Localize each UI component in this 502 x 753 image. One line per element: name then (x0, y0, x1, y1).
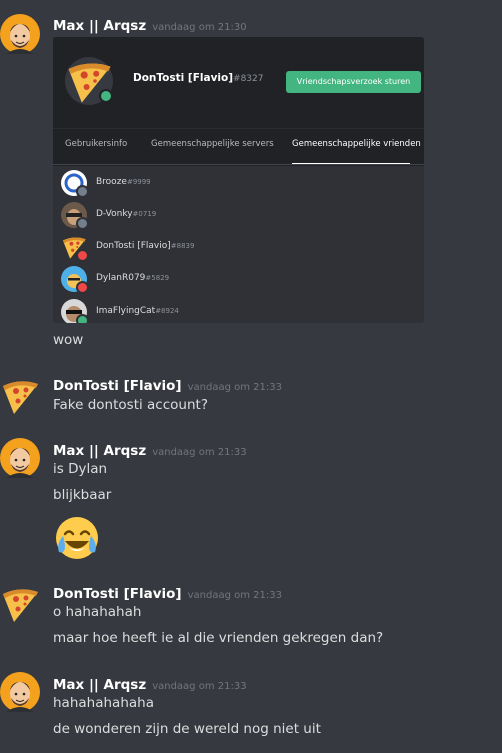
timestamp: vandaag om 21:33 (152, 447, 247, 458)
avatar[interactable] (0, 584, 40, 624)
avatar[interactable] (0, 438, 40, 478)
friend-avatar (61, 299, 89, 323)
message-header: Max || Arqsz vandaag om 21:30 (53, 15, 247, 34)
status-online-icon (99, 89, 113, 103)
user-avatar-icon (0, 14, 40, 54)
status-offline-icon (76, 217, 89, 230)
message-text: Fake dontosti account? (53, 397, 208, 413)
message-text: hahahahahaha (53, 695, 154, 711)
friend-discriminator: #9999 (126, 178, 151, 186)
message-text: o hahahahah (53, 604, 142, 620)
profile-discriminator: #8327 (233, 74, 264, 84)
message-header: Max || Arqsz vandaag om 21:33 (53, 674, 247, 693)
tab-mutual-friends[interactable]: Gemeenschappelijke vrienden (292, 139, 421, 149)
message-text: maar hoe heeft ie al die vrienden gekreg… (53, 630, 384, 646)
timestamp: vandaag om 21:30 (152, 22, 247, 33)
friend-name-text: D-Vonky (96, 209, 133, 219)
status-online-icon (76, 314, 89, 323)
profile-header: DonTosti [Flavio]#8327 Vriendschapsverzo… (53, 37, 424, 128)
friend-item[interactable]: D-Vonky#0719 (61, 202, 361, 230)
friend-avatar (61, 170, 89, 198)
username[interactable]: DonTosti [Flavio] (53, 586, 182, 602)
user-avatar-icon (0, 672, 40, 712)
profile-tabs: Gebruikersinfo Gemeenschappelijke server… (53, 128, 424, 166)
friend-item[interactable]: DonTosti [Flavio]#8839 (61, 234, 361, 262)
friend-name-text: DonTosti [Flavio] (96, 241, 171, 251)
timestamp: vandaag om 21:33 (187, 382, 282, 393)
friend-name-text: Brooze (96, 177, 127, 187)
send-friend-request-button[interactable]: Vriendschapsverzoek sturen (286, 71, 421, 93)
profile-name: DonTosti [Flavio]#8327 (133, 72, 263, 84)
friend-discriminator: #5829 (145, 274, 170, 282)
friend-discriminator: #0719 (132, 210, 157, 218)
message-header: DonTosti [Flavio] vandaag om 21:33 (53, 583, 282, 602)
user-avatar-icon (0, 438, 40, 478)
username[interactable]: Max || Arqsz (53, 443, 146, 459)
pizza-icon (0, 376, 40, 416)
joy-emoji-icon (53, 514, 101, 562)
friend-item[interactable]: Brooze#9999 (61, 170, 361, 198)
friend-item[interactable]: DylanR079#5829 (61, 266, 361, 294)
username[interactable]: DonTosti [Flavio] (53, 378, 182, 394)
avatar[interactable] (0, 376, 40, 416)
friend-name: Brooze#9999 (96, 177, 151, 187)
friend-avatar (61, 202, 89, 230)
username[interactable]: Max || Arqsz (53, 18, 146, 34)
friend-item[interactable]: ImaFlyingCat#8924 (61, 299, 361, 323)
friend-name-text: DylanR079 (96, 273, 146, 283)
profile-name-text: DonTosti [Flavio] (133, 72, 234, 84)
message-text: is Dylan (53, 461, 108, 477)
status-offline-icon (76, 185, 89, 198)
friend-discriminator: #8924 (155, 307, 179, 315)
friend-name: DylanR079#5829 (96, 273, 169, 283)
message-text: de wonderen zijn de wereld nog niet uit (53, 721, 321, 737)
tab-mutual-servers[interactable]: Gemeenschappelijke servers (151, 139, 274, 149)
message-text: blijkbaar (53, 487, 112, 503)
friend-avatar (61, 234, 89, 262)
embedded-image[interactable]: DonTosti [Flavio]#8327 Vriendschapsverzo… (53, 37, 424, 323)
tab-user-info[interactable]: Gebruikersinfo (65, 139, 127, 149)
avatar[interactable] (0, 14, 40, 54)
friend-name: ImaFlyingCat#8924 (96, 306, 179, 316)
message-header: Max || Arqsz vandaag om 21:33 (53, 440, 247, 459)
divider (53, 164, 424, 165)
friend-name: D-Vonky#0719 (96, 209, 156, 219)
friend-discriminator: #8839 (170, 242, 195, 250)
username[interactable]: Max || Arqsz (53, 677, 146, 693)
avatar[interactable] (0, 672, 40, 712)
status-dnd-icon (76, 249, 89, 262)
friend-name: DonTosti [Flavio]#8839 (96, 241, 194, 251)
friend-name-text: ImaFlyingCat (96, 306, 156, 316)
message-text: wow (53, 332, 84, 348)
timestamp: vandaag om 21:33 (187, 590, 282, 601)
friend-avatar (61, 266, 89, 294)
message-header: DonTosti [Flavio] vandaag om 21:33 (53, 375, 282, 394)
timestamp: vandaag om 21:33 (152, 681, 247, 692)
pizza-icon (0, 584, 40, 624)
profile-avatar (65, 57, 113, 105)
status-dnd-icon (76, 281, 89, 294)
